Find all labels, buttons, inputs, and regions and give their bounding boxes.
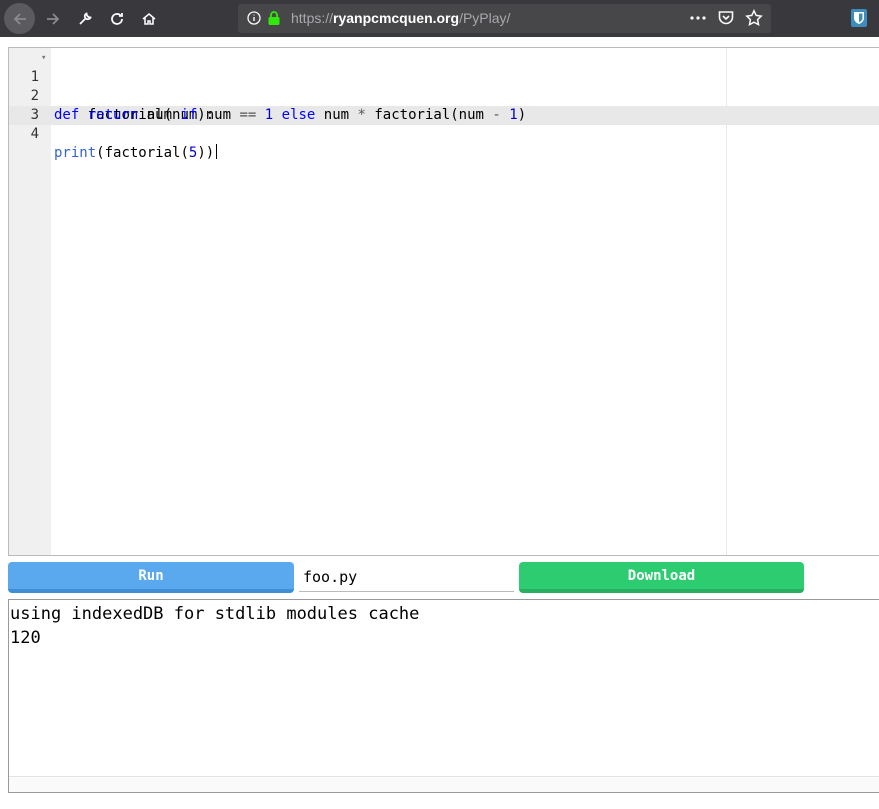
code-editor[interactable]: 1 ▾ def factorial(num): 2 return num if … [8, 47, 879, 556]
arrow-right-icon [47, 13, 60, 25]
home-button[interactable] [134, 4, 164, 34]
more-actions-icon[interactable] [689, 9, 707, 27]
output-console[interactable]: using indexedDB for stdlib modules cache… [8, 599, 879, 793]
home-icon [142, 12, 156, 25]
info-icon[interactable] [247, 11, 261, 25]
url-scheme: https:// [291, 10, 334, 26]
lock-icon[interactable] [267, 10, 281, 26]
output-line: 120 [10, 628, 41, 648]
customize-button[interactable] [70, 4, 100, 34]
code-text: (factorial( [96, 145, 189, 161]
builtin: print [54, 145, 97, 161]
arrow-left-icon [13, 12, 26, 25]
code-text: )) [197, 145, 215, 161]
pocket-icon[interactable] [717, 9, 735, 27]
url-text[interactable]: https://ryanpcmcquen.org/PyPlay/ [291, 10, 510, 26]
code-line[interactable]: 4 print(factorial(5)) [9, 106, 879, 161]
bitwarden-shield-icon[interactable] [851, 9, 867, 27]
reload-button[interactable] [102, 4, 132, 34]
text-cursor [216, 144, 218, 159]
back-button[interactable] [4, 3, 35, 34]
browser-toolbar: https://ryanpcmcquen.org/PyPlay/ [0, 0, 879, 37]
filename-input[interactable] [299, 562, 514, 592]
url-bar[interactable]: https://ryanpcmcquen.org/PyPlay/ [238, 4, 771, 33]
url-host: ryanpcmcquen.org [333, 10, 460, 26]
bookmark-star-icon[interactable] [745, 9, 763, 27]
code-line[interactable]: 3 [9, 87, 879, 123]
line-number: 4 [30, 126, 39, 142]
forward-button[interactable] [38, 4, 68, 34]
download-button[interactable]: Download [519, 562, 804, 593]
wrench-icon [79, 12, 92, 25]
horizontal-scrollbar[interactable] [9, 776, 879, 792]
output-line: using indexedDB for stdlib modules cache [10, 604, 420, 624]
code-line[interactable]: 1 ▾ def factorial(num): [9, 49, 879, 123]
run-button[interactable]: Run [8, 562, 294, 593]
url-path: /PyPlay/ [459, 10, 511, 26]
code-line[interactable]: 2 return num if num == 1 else num * fact… [9, 68, 879, 123]
reload-icon [111, 13, 123, 25]
fold-toggle-icon[interactable]: ▾ [41, 49, 46, 68]
